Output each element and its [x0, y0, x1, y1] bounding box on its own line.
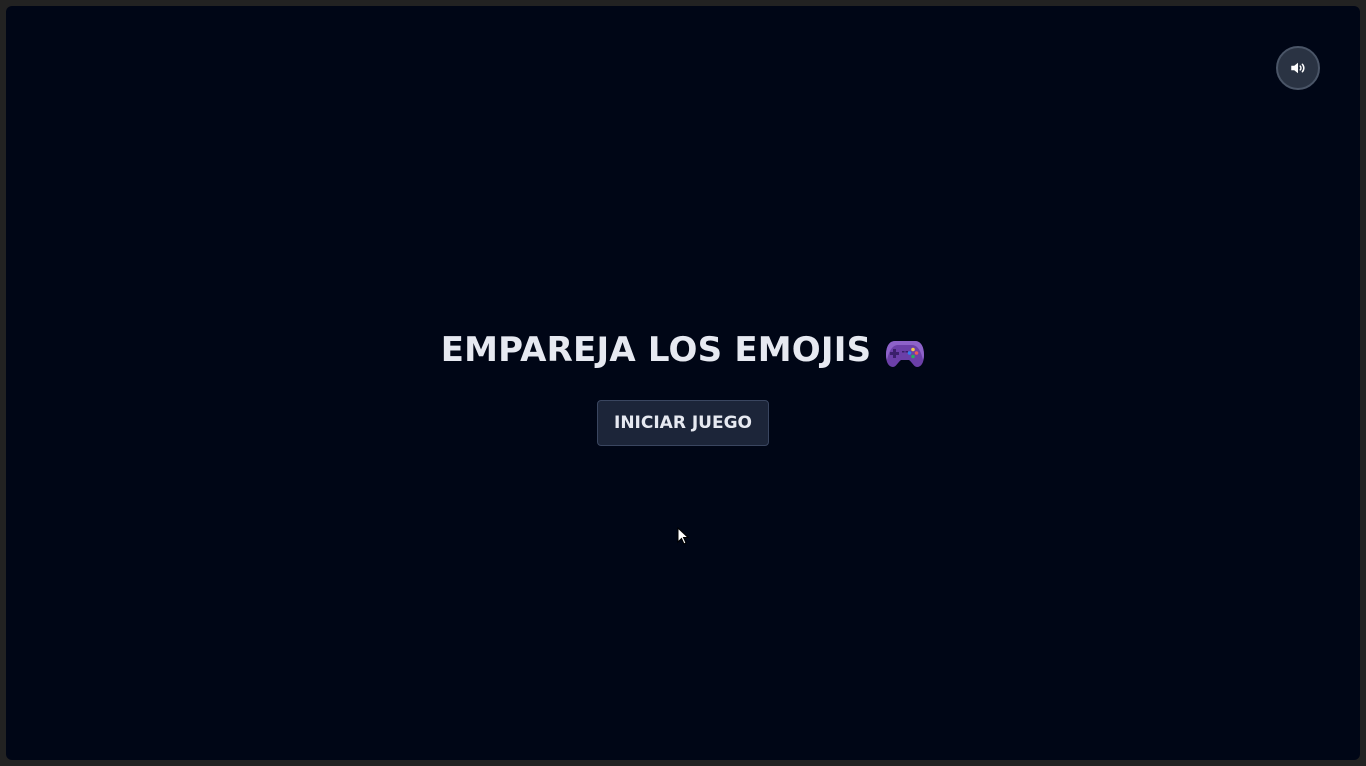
game-screen: EMPAREJA LOS EMOJIS INICIAR JUEGO — [6, 6, 1360, 760]
start-menu: EMPAREJA LOS EMOJIS INICIAR JUEGO — [6, 328, 1360, 446]
start-game-button[interactable]: INICIAR JUEGO — [597, 400, 769, 446]
mouse-pointer-icon — [677, 527, 690, 545]
game-title-text: EMPAREJA LOS EMOJIS — [440, 330, 872, 370]
video-game-controller-icon — [886, 341, 925, 367]
game-title: EMPAREJA LOS EMOJIS — [441, 328, 926, 372]
speaker-icon — [1291, 62, 1305, 74]
sound-toggle-button[interactable] — [1276, 46, 1320, 90]
